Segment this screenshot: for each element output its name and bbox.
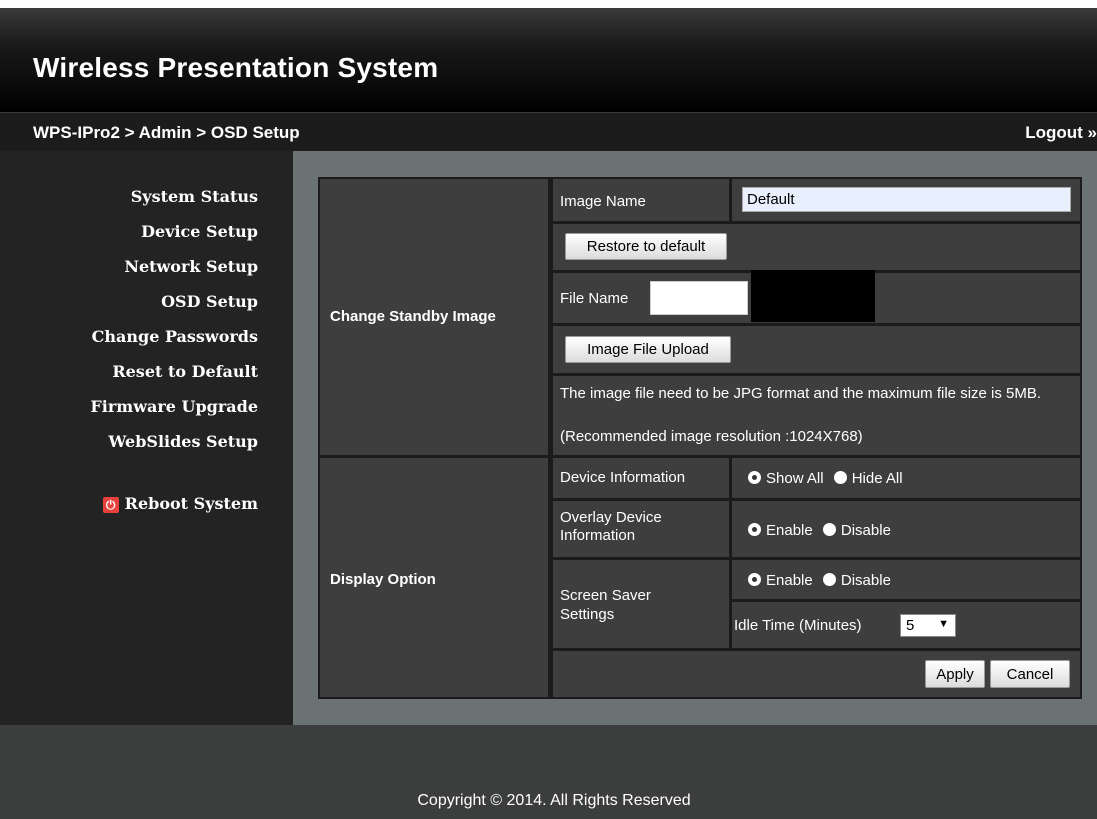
device-info-radio-group: Show All Hide All [748, 470, 909, 487]
file-browse-control[interactable] [751, 270, 875, 322]
screensaver-radio-group: Enable Disable [748, 572, 897, 589]
restore-default-button[interactable]: Restore to default [565, 233, 727, 260]
display-section-cell: Display Option [320, 458, 548, 697]
image-name-label-cell: Image Name [553, 179, 729, 221]
breadcrumb: WPS-IPro2 > Admin > OSD Setup [33, 123, 300, 142]
screensaver-disable-radio[interactable] [822, 573, 836, 586]
sidebar: System Status Device Setup Network Setup… [0, 151, 293, 725]
display-section-label: Display Option [330, 571, 436, 588]
sidebar-item-network-setup[interactable]: Network Setup [90, 249, 258, 284]
hide-all-radio[interactable] [833, 471, 847, 484]
sidebar-nav: System Status Device Setup Network Setup… [90, 179, 258, 459]
sidebar-item-device-setup[interactable]: Device Setup [90, 214, 258, 249]
footer: Copyright © 2014. All Rights Reserved [0, 725, 1097, 819]
overlay-disable-radio[interactable] [822, 523, 836, 536]
overlay-device-info-label: Overlay Device Information [560, 509, 662, 544]
screensaver-label-cell: Screen Saver Settings [553, 560, 729, 648]
power-icon: ⏻ [102, 496, 119, 513]
standby-section-cell: Change Standby Image [320, 179, 548, 455]
sidebar-item-change-passwords[interactable]: Change Passwords [90, 319, 258, 354]
device-info-label-cell: Device Information [553, 458, 729, 498]
screensaver-options: Enable Disable [732, 560, 1080, 599]
reboot-system-link[interactable]: ⏻ Reboot System [102, 494, 258, 513]
main-content: Change Standby Image Display Option Imag… [293, 151, 1097, 725]
overlay-radio-group: Enable Disable [748, 522, 897, 539]
screensaver-enable-label: Enable [766, 572, 813, 589]
overlay-options: Enable Disable [732, 501, 1080, 557]
hide-all-label: Hide All [851, 470, 903, 487]
sidebar-item-webslides-setup[interactable]: WebSlides Setup [90, 424, 258, 459]
apply-button[interactable]: Apply [925, 660, 985, 688]
idle-time-value: 5 [906, 617, 915, 634]
image-name-label: Image Name [560, 193, 646, 210]
sidebar-item-system-status[interactable]: System Status [90, 179, 258, 214]
file-name-row: File Name [553, 270, 1080, 323]
device-info-options: Show All Hide All [732, 458, 1080, 498]
sidebar-item-firmware-upgrade[interactable]: Firmware Upgrade [90, 389, 258, 424]
idle-time-row: Idle Time (Minutes) 5 ▼ [732, 602, 1080, 648]
overlay-enable-radio[interactable] [748, 523, 761, 536]
screensaver-label: Screen Saver Settings [560, 587, 651, 623]
image-resolution-note: (Recommended image resolution :1024X768) [560, 428, 863, 445]
page-title: Wireless Presentation System [33, 52, 439, 83]
reboot-label: Reboot System [124, 494, 258, 513]
device-info-label: Device Information [560, 469, 686, 486]
sidebar-item-osd-setup[interactable]: OSD Setup [90, 284, 258, 319]
cancel-button[interactable]: Cancel [990, 660, 1070, 688]
screensaver-enable-radio[interactable] [748, 573, 761, 586]
image-name-value-cell [732, 179, 1080, 221]
idle-time-select[interactable]: 5 ▼ [900, 614, 956, 637]
copyright-text: Copyright © 2014. All Rights Reserved [417, 792, 691, 809]
sidebar-item-reset-to-default[interactable]: Reset to Default [90, 354, 258, 389]
image-note-row: The image file need to be JPG format and… [553, 376, 1080, 455]
action-buttons-row: Apply Cancel [553, 651, 1080, 697]
file-name-label: File Name [560, 290, 629, 307]
app-header: Wireless Presentation System [0, 8, 1097, 112]
osd-settings-panel: Change Standby Image Display Option Imag… [318, 177, 1082, 699]
chevron-down-icon: ▼ [938, 618, 949, 630]
logout-link[interactable]: Logout » [1025, 123, 1097, 143]
screensaver-disable-label: Disable [840, 572, 891, 589]
show-all-label: Show All [766, 470, 824, 487]
file-name-input[interactable] [650, 281, 748, 315]
restore-row: Restore to default [553, 224, 1080, 270]
image-format-note: The image file need to be JPG format and… [560, 385, 1042, 402]
standby-section-label: Change Standby Image [330, 308, 496, 325]
upload-row: Image File Upload [553, 326, 1080, 373]
overlay-disable-label: Disable [840, 522, 891, 539]
overlay-label-cell: Overlay Device Information [553, 501, 729, 557]
overlay-enable-label: Enable [766, 522, 813, 539]
image-upload-button[interactable]: Image File Upload [565, 336, 731, 363]
breadcrumb-bar: WPS-IPro2 > Admin > OSD Setup Logout » [0, 112, 1097, 151]
show-all-radio[interactable] [748, 471, 761, 484]
idle-time-label: Idle Time (Minutes) [734, 617, 862, 634]
image-name-input[interactable] [742, 187, 1071, 212]
